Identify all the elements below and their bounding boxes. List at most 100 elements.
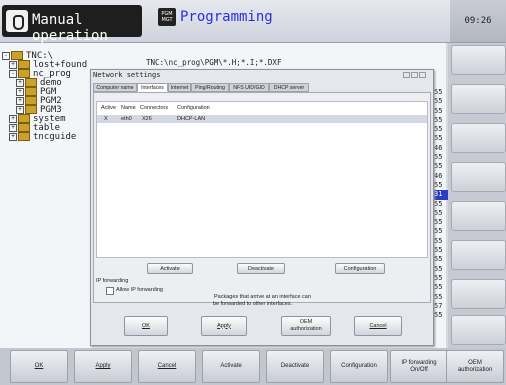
collapse-icon: - [2,51,10,60]
column-header-connectors: Connectors [140,105,169,111]
vertical-softkey-1[interactable] [451,45,506,75]
softkey-oem-authorization[interactable]: OEM authorization [446,350,504,383]
apply-button-label: Apply [217,322,231,329]
cell-active: X [104,116,108,122]
expand-icon: + [9,60,17,69]
file-size-value: 57 [434,301,443,310]
softkey-cancel[interactable]: Cancel [138,350,196,383]
oem-line1: OEM [299,319,313,325]
folder-icon [25,105,37,114]
vertical-softkey-8[interactable] [451,315,506,345]
vertical-softkey-6[interactable] [451,240,506,270]
file-size-value: 55 [434,236,443,245]
softkey-ok-label: OK [34,363,44,369]
folder-icon [18,114,30,123]
maximize-icon[interactable] [411,72,418,78]
apply-button[interactable]: Apply [201,316,247,336]
file-size-value: 55 [434,264,443,273]
softkey-apply-label: Apply [95,363,111,369]
close-icon[interactable] [419,72,426,78]
folder-icon [25,96,37,105]
programming-label: Programming [180,9,273,25]
folder-icon [11,51,23,60]
folder-icon [25,78,37,87]
softkey-oem-line2: authorization [457,366,493,373]
softkey-ip-forwarding[interactable]: IP forwarding On/Off [390,350,448,383]
header-bar: Manual operation PGM MGT Programming 09:2… [0,0,506,44]
oem-authorization-button[interactable]: OEM authorization [281,316,331,336]
minimize-icon[interactable] [403,72,410,78]
expand-icon: + [16,87,24,96]
cancel-button[interactable]: Cancel [354,316,402,336]
folder-icon [25,87,37,96]
vertical-softkey-5[interactable] [451,201,506,231]
file-size-value: 55 [434,199,443,208]
tab-interfaces[interactable]: Interfaces [137,83,168,92]
tab-computer-name[interactable]: Computer name [93,83,137,92]
tab-dhcp-server[interactable]: DHCP server [269,83,309,92]
file-size-value: 55 [434,208,443,217]
vertical-softkey-4[interactable] [451,162,506,192]
file-size-value: 55 [434,292,443,301]
vertical-softkey-2[interactable] [451,84,506,114]
pgm-mgt-icon: PGM MGT [158,8,176,26]
manual-operation-label: Manual operation [32,12,108,44]
softkey-ip-forwarding-line2: On/Off [410,366,428,373]
oem-line2: authorization [290,326,322,332]
file-size-value: 55 [434,227,443,236]
manual-operation-mode[interactable]: Manual operation [2,5,142,44]
folder-icon [18,132,30,141]
vertical-softkey-7[interactable] [451,279,506,309]
deactivate-button[interactable]: Deactivate [237,263,285,274]
ok-button[interactable]: OK [124,316,168,336]
expand-icon: + [16,105,24,114]
hand-icon [6,10,28,32]
column-header-name: Name [121,105,136,111]
softkey-apply[interactable]: Apply [74,350,132,383]
expand-icon: + [9,123,17,132]
horizontal-softkey-bar: OK Apply Cancel Activate Deactivate Conf… [0,348,506,385]
column-header-active: Active [101,105,116,111]
file-size-value: 55 [434,162,443,171]
collapse-icon: - [9,69,17,78]
softkey-activate[interactable]: Activate [202,350,260,383]
configuration-button[interactable]: Configuration [335,263,385,274]
softkey-deactivate[interactable]: Deactivate [266,350,324,383]
cell-configuration: DHCP-LAN [177,116,206,122]
allow-ip-forwarding-checkbox[interactable] [106,287,114,295]
file-size-value: 55 [434,273,443,282]
file-size-value: 55 [434,125,443,134]
cell-connectors: X26 [142,116,152,122]
tab-internet[interactable]: Internet [168,83,191,92]
dialog-title: Network settings [93,71,161,79]
table-row[interactable]: X eth0 X26 DHCP-LAN [97,115,427,123]
softkey-ip-forwarding-line1: IP forwarding [401,359,437,366]
file-size-value: 55 [434,283,443,292]
softkey-ok[interactable]: OK [10,350,68,383]
tab-ping-routing[interactable]: Ping/Routing [191,83,229,92]
vertical-softkey-3[interactable] [451,123,506,153]
file-size-value: 55 [434,88,443,96]
activate-button[interactable]: Activate [147,263,193,274]
interfaces-panel: Active Name Connectors Configuration X e… [93,92,431,303]
file-size-value: 31 [434,190,448,200]
file-size-value: 55 [434,311,443,320]
tree-item-tncguide[interactable]: + tncguide [9,132,76,142]
ok-button-label: OK [142,322,150,329]
file-size-value: 55 [434,246,443,255]
file-size-value: 46 [434,143,443,152]
file-size-column: 55 55 55 55 55 55 46 55 55 46 55 31 55 55 55 55 55 55 55 55… [434,88,448,320]
tab-nfs-uid-gid[interactable]: NFS UID/GID [229,83,269,92]
allow-ip-forwarding-label: Allow IP forwarding [116,287,163,293]
cell-name: eth0 [121,116,132,122]
interfaces-table: Active Name Connectors Configuration X e… [96,101,428,258]
softkey-configuration[interactable]: Configuration [330,350,388,383]
file-size-value: 55 [434,218,443,227]
file-size-value: 55 [434,153,443,162]
softkey-oem-line1: OEM [468,359,482,366]
file-size-value: 55 [434,97,443,106]
ip-forwarding-note-line2: be forwarded to other interfaces. [213,301,293,307]
ip-forwarding-group-label: IP forwarding [96,278,129,284]
expand-icon: + [9,114,17,123]
network-settings-dialog: Network settings Computer name Interface… [90,69,434,346]
